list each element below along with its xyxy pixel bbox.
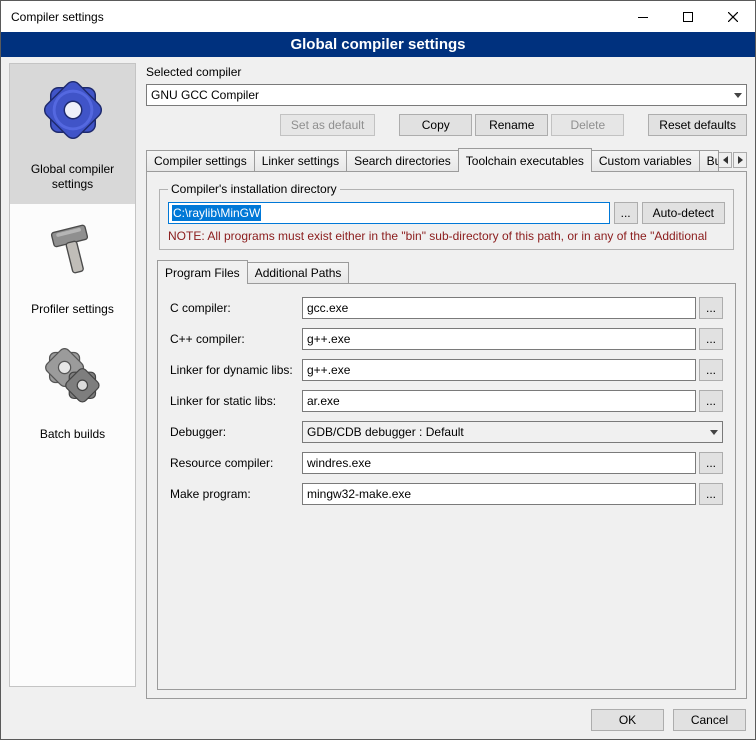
sidebar-item-label: Profiler settings	[14, 302, 131, 317]
compiler-settings-window: Compiler settings Global compiler settin…	[0, 0, 756, 740]
sidebar-item-profiler-settings[interactable]: Profiler settings	[10, 204, 135, 329]
chevron-down-icon	[734, 93, 742, 98]
c-compiler-value: gcc.exe	[307, 301, 348, 315]
window-title: Compiler settings	[1, 10, 104, 24]
installation-directory-input[interactable]: C:\raylib\MinGW	[168, 202, 610, 224]
auto-detect-button[interactable]: Auto-detect	[642, 202, 725, 224]
subtab-program-files[interactable]: Program Files	[157, 260, 248, 284]
debugger-label: Debugger:	[170, 425, 302, 439]
cpp-compiler-label: C++ compiler:	[170, 332, 302, 346]
left-arrow-icon	[723, 156, 728, 164]
compiler-select-value: GNU GCC Compiler	[151, 88, 728, 102]
make-program-browse-button[interactable]: ...	[699, 483, 723, 505]
hammer-icon	[14, 214, 131, 286]
settings-sidebar: Global compiler settings Profiler settin…	[9, 63, 136, 687]
tab-custom-variables[interactable]: Custom variables	[591, 150, 700, 171]
make-program-label: Make program:	[170, 487, 302, 501]
dynamic-linker-input[interactable]: g++.exe	[302, 359, 696, 381]
dynamic-linker-browse-button[interactable]: ...	[699, 359, 723, 381]
debugger-row: Debugger: GDB/CDB debugger : Default	[170, 421, 723, 443]
maximize-button[interactable]	[665, 1, 710, 32]
tab-linker-settings[interactable]: Linker settings	[254, 150, 347, 171]
tab-search-directories[interactable]: Search directories	[346, 150, 459, 171]
maximize-icon	[683, 12, 693, 22]
resource-compiler-input[interactable]: windres.exe	[302, 452, 696, 474]
dynamic-linker-value: g++.exe	[307, 363, 350, 377]
installation-directory-group-title: Compiler's installation directory	[168, 182, 340, 196]
compiler-select[interactable]: GNU GCC Compiler	[146, 84, 747, 106]
tab-build-options[interactable]: Build options	[699, 150, 719, 171]
make-program-input[interactable]: mingw32-make.exe	[302, 483, 696, 505]
sidebar-item-global-compiler-settings[interactable]: Global compiler settings	[10, 64, 135, 204]
dialog-footer: OK Cancel	[1, 701, 755, 739]
rename-button[interactable]: Rename	[475, 114, 548, 136]
close-icon	[728, 12, 738, 22]
gray-gears-icon	[14, 339, 131, 411]
installation-directory-note: NOTE: All programs must exist either in …	[168, 229, 725, 243]
static-linker-value: ar.exe	[307, 394, 340, 408]
ok-button[interactable]: OK	[591, 709, 664, 731]
subtab-additional-paths[interactable]: Additional Paths	[247, 262, 350, 283]
cpp-compiler-value: g++.exe	[307, 332, 350, 346]
c-compiler-row: C compiler: gcc.exe ...	[170, 297, 723, 319]
blue-gear-icon	[14, 74, 131, 146]
resource-compiler-browse-button[interactable]: ...	[699, 452, 723, 474]
dynamic-linker-row: Linker for dynamic libs: g++.exe ...	[170, 359, 723, 381]
sidebar-item-label: Global compiler settings	[14, 162, 131, 192]
toolchain-executables-panel: Compiler's installation directory C:\ray…	[146, 171, 747, 699]
static-linker-browse-button[interactable]: ...	[699, 390, 723, 412]
compiler-actions: Set as default Copy Rename Delete Reset …	[146, 114, 747, 136]
window-controls	[620, 1, 755, 32]
tab-compiler-settings[interactable]: Compiler settings	[146, 150, 255, 171]
sidebar-item-batch-builds[interactable]: Batch builds	[10, 329, 135, 454]
tab-scrollers	[718, 152, 747, 168]
programs-subtabstrip: Program Files Additional Paths	[157, 260, 736, 283]
page-title: Global compiler settings	[1, 32, 755, 57]
reset-defaults-button[interactable]: Reset defaults	[648, 114, 747, 136]
static-linker-row: Linker for static libs: ar.exe ...	[170, 390, 723, 412]
installation-directory-browse-button[interactable]: ...	[614, 202, 638, 224]
selected-compiler-label: Selected compiler	[146, 65, 747, 79]
cpp-compiler-input[interactable]: g++.exe	[302, 328, 696, 350]
right-arrow-icon	[738, 156, 743, 164]
resource-compiler-label: Resource compiler:	[170, 456, 302, 470]
resource-compiler-row: Resource compiler: windres.exe ...	[170, 452, 723, 474]
delete-button[interactable]: Delete	[551, 114, 624, 136]
make-program-value: mingw32-make.exe	[307, 487, 411, 501]
tab-scroll-left-button[interactable]	[718, 152, 732, 168]
sidebar-item-label: Batch builds	[14, 427, 131, 442]
set-as-default-button[interactable]: Set as default	[280, 114, 375, 136]
minimize-icon	[638, 12, 648, 22]
close-button[interactable]	[710, 1, 755, 32]
installation-directory-value: C:\raylib\MinGW	[172, 205, 261, 221]
static-linker-input[interactable]: ar.exe	[302, 390, 696, 412]
c-compiler-input[interactable]: gcc.exe	[302, 297, 696, 319]
static-linker-label: Linker for static libs:	[170, 394, 302, 408]
debugger-select[interactable]: GDB/CDB debugger : Default	[302, 421, 723, 443]
c-compiler-label: C compiler:	[170, 301, 302, 315]
tab-toolchain-executables[interactable]: Toolchain executables	[458, 148, 592, 172]
installation-directory-row: C:\raylib\MinGW ... Auto-detect	[168, 202, 725, 224]
program-files-panel: C compiler: gcc.exe ... C++ compiler: g+…	[157, 283, 736, 690]
dynamic-linker-label: Linker for dynamic libs:	[170, 363, 302, 377]
content-row: Global compiler settings Profiler settin…	[1, 57, 755, 701]
c-compiler-browse-button[interactable]: ...	[699, 297, 723, 319]
titlebar: Compiler settings	[1, 1, 755, 32]
minimize-button[interactable]	[620, 1, 665, 32]
main-area: Selected compiler GNU GCC Compiler Set a…	[146, 63, 747, 701]
cpp-compiler-row: C++ compiler: g++.exe ...	[170, 328, 723, 350]
tab-scroll-right-button[interactable]	[733, 152, 747, 168]
resource-compiler-value: windres.exe	[307, 456, 371, 470]
copy-button[interactable]: Copy	[399, 114, 472, 136]
installation-directory-group: Compiler's installation directory C:\ray…	[159, 182, 734, 250]
debugger-value: GDB/CDB debugger : Default	[307, 425, 704, 439]
make-program-row: Make program: mingw32-make.exe ...	[170, 483, 723, 505]
main-tabstrip: Compiler settings Linker settings Search…	[146, 148, 747, 171]
chevron-down-icon	[710, 430, 718, 435]
cpp-compiler-browse-button[interactable]: ...	[699, 328, 723, 350]
cancel-button[interactable]: Cancel	[673, 709, 746, 731]
